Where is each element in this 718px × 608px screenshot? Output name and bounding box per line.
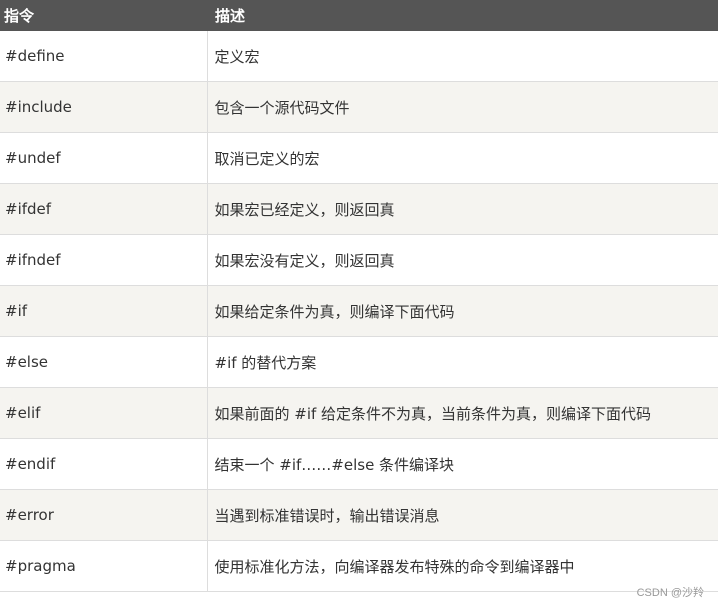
table-row: #ifndef 如果宏没有定义，则返回真 [0, 234, 718, 286]
cell-description: 结束一个 #if……#else 条件编译块 [206, 438, 718, 490]
cell-directive: #if [0, 285, 207, 337]
cell-description: 如果前面的 #if 给定条件不为真，当前条件为真，则编译下面代码 [206, 387, 718, 439]
cell-directive: #else [0, 336, 207, 388]
table-row: #if 如果给定条件为真，则编译下面代码 [0, 285, 718, 337]
cell-description: 如果给定条件为真，则编译下面代码 [206, 285, 718, 337]
cell-directive: #ifdef [0, 183, 207, 235]
cell-directive: #pragma [0, 540, 207, 592]
cell-description: 取消已定义的宏 [206, 132, 718, 184]
cell-directive: #include [0, 81, 207, 133]
table-header-row: 指令 描述 [0, 0, 718, 31]
cell-directive: #elif [0, 387, 207, 439]
table-row: #endif 结束一个 #if……#else 条件编译块 [0, 438, 718, 490]
cell-directive: #endif [0, 438, 207, 490]
table-row: #ifdef 如果宏已经定义，则返回真 [0, 183, 718, 235]
preprocessor-directives-table: 指令 描述 #define 定义宏 #include 包含一个源代码文件 #un… [0, 0, 718, 592]
table-row: #undef 取消已定义的宏 [0, 132, 718, 184]
cell-description: 当遇到标准错误时，输出错误消息 [206, 489, 718, 541]
header-directive: 指令 [0, 0, 207, 31]
cell-directive: #define [0, 31, 207, 82]
table-row: #else #if 的替代方案 [0, 336, 718, 388]
table-row: #pragma 使用标准化方法，向编译器发布特殊的命令到编译器中 [0, 540, 718, 592]
cell-description: 如果宏已经定义，则返回真 [206, 183, 718, 235]
header-description: 描述 [207, 0, 718, 31]
table-row: #elif 如果前面的 #if 给定条件不为真，当前条件为真，则编译下面代码 [0, 387, 718, 439]
cell-directive: #undef [0, 132, 207, 184]
table-row: #include 包含一个源代码文件 [0, 81, 718, 133]
cell-description: 包含一个源代码文件 [206, 81, 718, 133]
watermark: CSDN @沙羚 [636, 587, 704, 599]
cell-description: 定义宏 [206, 31, 718, 82]
table-row: #error 当遇到标准错误时，输出错误消息 [0, 489, 718, 541]
cell-description: 如果宏没有定义，则返回真 [206, 234, 718, 286]
table-row: #define 定义宏 [0, 31, 718, 82]
cell-directive: #error [0, 489, 207, 541]
cell-description: #if 的替代方案 [206, 336, 718, 388]
cell-directive: #ifndef [0, 234, 207, 286]
